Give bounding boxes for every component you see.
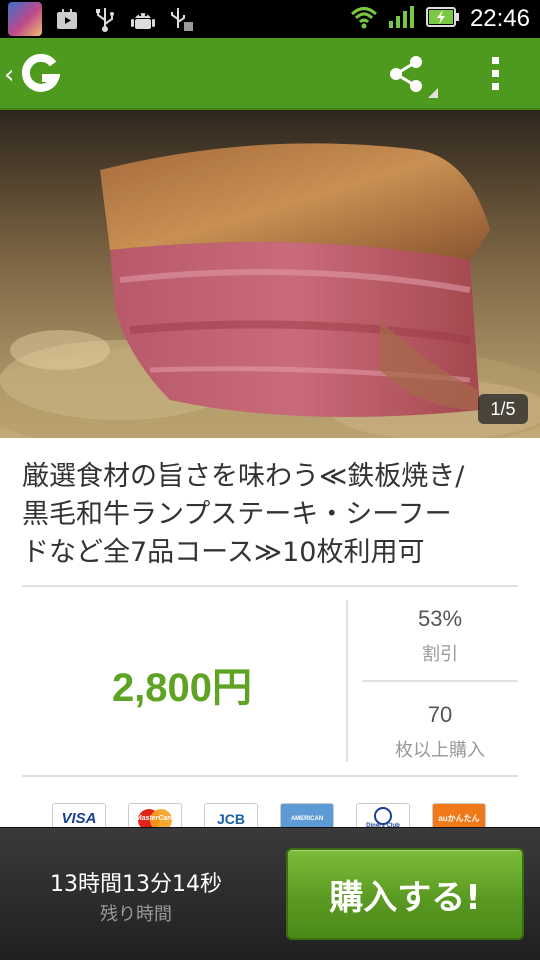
divider bbox=[22, 585, 518, 587]
time-remaining-label: 残り時間 bbox=[100, 904, 172, 925]
payment-methods: VISA MasterCard JCB AMERICAN EXPRESS Din… bbox=[52, 803, 492, 833]
photo-counter: 1/5 bbox=[478, 394, 528, 424]
app-notification-icon bbox=[8, 2, 42, 36]
deal-title-line: ドなど全7品コース≫10枚利用可 bbox=[22, 537, 425, 568]
action-bar: ‹ bbox=[0, 38, 540, 110]
divider bbox=[346, 600, 348, 762]
signal-icon bbox=[388, 5, 416, 33]
app-screen: 22:46 ‹ 1/5 厳選食材の旨さを味わう≪鉄板焼き/ 黒毛和牛ランプステー… bbox=[0, 0, 540, 960]
wifi-icon bbox=[350, 5, 378, 33]
deal-title-line: 黒毛和牛ランプステーキ・シーフー bbox=[22, 499, 452, 530]
buy-button[interactable]: 購入する! bbox=[286, 848, 524, 940]
android-debug-icon bbox=[130, 6, 156, 32]
gurunavi-logo-icon[interactable] bbox=[20, 52, 61, 96]
usb-storage-icon bbox=[168, 6, 194, 32]
deal-price: 2,800円 bbox=[111, 666, 253, 710]
play-store-icon bbox=[54, 6, 80, 32]
min-purchase-label: 枚以上購入 bbox=[395, 740, 485, 761]
discount-label: 割引 bbox=[422, 644, 458, 665]
divider bbox=[22, 775, 518, 777]
divider bbox=[362, 680, 518, 682]
deal-photo[interactable]: 1/5 bbox=[0, 110, 540, 438]
status-time: 22:46 bbox=[469, 5, 530, 32]
back-chevron-icon[interactable]: ‹ bbox=[4, 60, 14, 90]
min-purchase-value: 70 bbox=[427, 702, 453, 727]
discount-value: 53% bbox=[417, 606, 463, 631]
overflow-menu-icon[interactable] bbox=[484, 54, 508, 94]
deal-title: 厳選食材の旨さを味わう≪鉄板焼き/ 黒毛和牛ランプステーキ・シーフー ドなど全7… bbox=[22, 458, 522, 572]
battery-charging-icon bbox=[425, 6, 460, 32]
deal-title-line: 厳選食材の旨さを味わう≪鉄板焼き/ bbox=[22, 461, 465, 492]
status-bar: 22:46 bbox=[0, 0, 540, 38]
time-remaining: 13時間13分14秒 bbox=[50, 872, 222, 897]
usb-icon bbox=[92, 6, 118, 32]
purchase-bar: 13時間13分14秒 残り時間 購入する! bbox=[0, 827, 540, 960]
share-icon[interactable] bbox=[384, 52, 440, 100]
